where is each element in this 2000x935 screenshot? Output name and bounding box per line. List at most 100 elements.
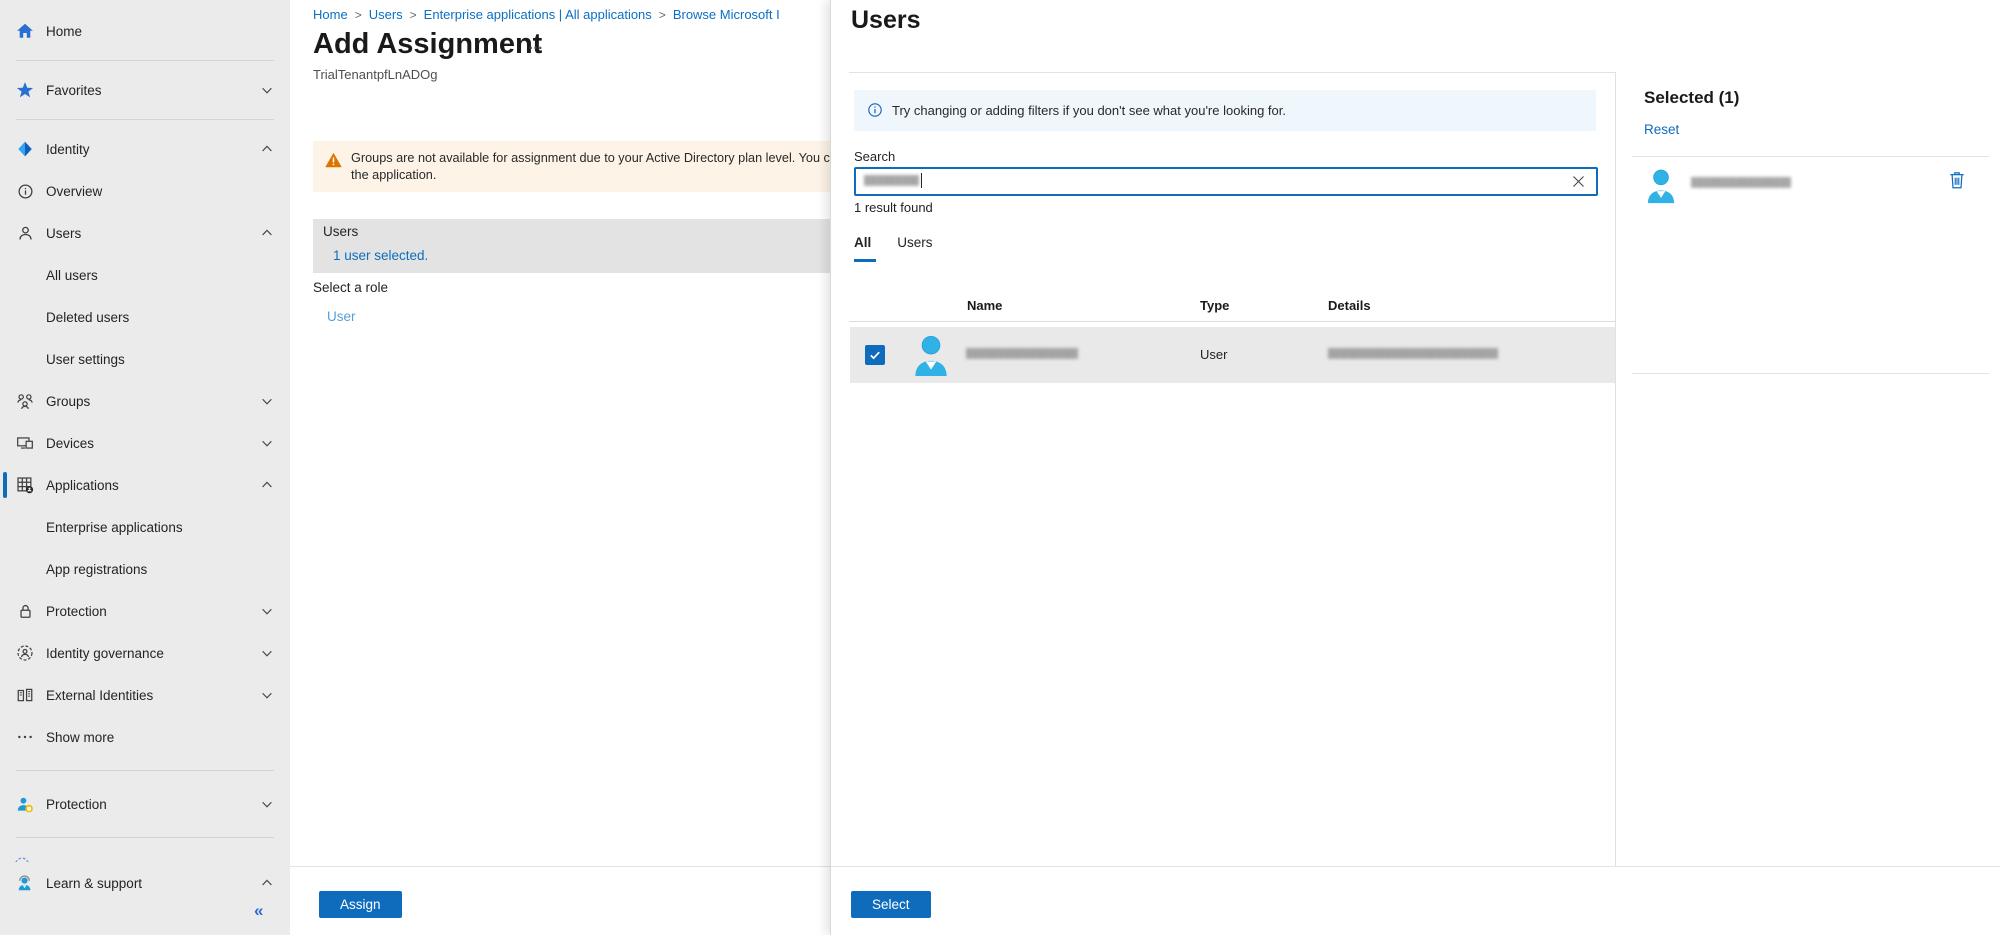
breadcrumb-separator: > [355, 8, 362, 22]
tab-users[interactable]: Users [897, 235, 932, 250]
reset-link[interactable]: Reset [1644, 122, 1679, 137]
info-banner-text: Try changing or adding filters if you do… [892, 103, 1286, 118]
role-value-link[interactable]: User [327, 309, 356, 324]
person-shield-icon [16, 795, 34, 813]
sidebar-divider [16, 119, 274, 120]
ellipsis-icon [16, 728, 34, 746]
sidebar-item-home[interactable]: Home [0, 10, 290, 52]
sidebar-item-users[interactable]: Users [0, 212, 290, 254]
sidebar-item-groups[interactable]: Groups [0, 380, 290, 422]
breadcrumb-link-enterprise-applications-all-applications[interactable]: Enterprise applications | All applicatio… [424, 7, 652, 22]
chevron-down-icon[interactable] [260, 688, 274, 702]
sidebar-item-protection[interactable]: Protection [0, 783, 290, 825]
search-input[interactable]: ██████████████████████████████ [854, 167, 1598, 196]
row-checkbox[interactable] [865, 345, 885, 365]
table-header-divider [849, 321, 1615, 322]
breadcrumb-link-users[interactable]: Users [369, 7, 403, 22]
sidebar-item-show-more[interactable]: Show more [0, 716, 290, 758]
panel-header-divider [849, 72, 1615, 73]
chevron-down-icon[interactable] [260, 394, 274, 408]
sidebar-item-label: App registrations [46, 562, 147, 577]
sidebar: Home Favorites Identity Overview Users All us… [0, 0, 290, 935]
chevron-up-icon[interactable] [260, 478, 274, 492]
sidebar-item-label: Groups [46, 394, 90, 409]
page-title: Add Assignment [313, 28, 542, 61]
main-footer-divider [290, 866, 830, 867]
people-icon [16, 392, 34, 410]
sidebar-item-label: Favorites [46, 83, 102, 98]
sidebar-item-label: Learn & support [46, 876, 142, 891]
user-avatar [913, 334, 949, 377]
selected-item-divider [1632, 373, 1989, 374]
active-item-indicator [3, 472, 7, 498]
tab-bar: All Users [854, 234, 959, 252]
breadcrumb-link-browse-microsoft-i[interactable]: Browse Microsoft I [673, 7, 780, 22]
breadcrumb-separator: > [659, 8, 666, 22]
sidebar-item-identity[interactable]: Identity [0, 128, 290, 170]
chevron-up-icon[interactable] [260, 876, 274, 890]
breadcrumb-separator: > [410, 8, 417, 22]
sidebar-collapse-button[interactable]: « [254, 901, 263, 921]
sidebar-item-protection[interactable]: Protection [0, 590, 290, 632]
star-icon [16, 81, 34, 99]
sidebar-item-learn-support[interactable]: Learn & support [0, 862, 290, 904]
user-result-row[interactable]: ██████████████████████████████User██████… [850, 327, 1615, 383]
sidebar-item-label: Users [46, 226, 81, 241]
search-value-redacted: ██████████████████████████████ [864, 175, 919, 186]
sidebar-item-user-settings[interactable]: User settings [0, 338, 290, 380]
selected-count-title: Selected (1) [1644, 88, 1739, 108]
sidebar-item-enterprise-applications[interactable]: Enterprise applications [0, 506, 290, 548]
trash-icon[interactable] [1948, 170, 1966, 190]
warning-icon [325, 152, 342, 173]
sidebar-item-label: User settings [46, 352, 125, 367]
chevron-down-icon[interactable] [260, 604, 274, 618]
sidebar-item-label: Overview [46, 184, 102, 199]
info-icon [867, 102, 883, 123]
chevron-down-icon[interactable] [260, 646, 274, 660]
identity-governance-icon [16, 644, 34, 662]
assign-button[interactable]: Assign [319, 891, 402, 918]
select-button[interactable]: Select [851, 891, 931, 918]
identity-diamond-icon [16, 140, 34, 158]
active-tab-underline [854, 259, 876, 262]
sidebar-item-all-users[interactable]: All users [0, 254, 290, 296]
selected-sidebar: Selected (1) Reset █████████████████████… [1616, 0, 2000, 866]
sidebar-divider [16, 60, 274, 61]
partially-scrolled-icon [13, 850, 290, 862]
sidebar-item-applications[interactable]: Applications [0, 464, 290, 506]
chevron-down-icon[interactable] [260, 436, 274, 450]
sidebar-item-devices[interactable]: Devices [0, 422, 290, 464]
devices-icon [16, 434, 34, 452]
tab-all[interactable]: All [854, 235, 871, 250]
sidebar-item-label: Devices [46, 436, 94, 451]
chevron-up-icon[interactable] [260, 142, 274, 156]
sidebar-item-deleted-users[interactable]: Deleted users [0, 296, 290, 338]
sidebar-item-label: Protection [46, 797, 107, 812]
users-selected-link[interactable]: 1 user selected. [333, 248, 428, 263]
search-value: ██████████████████████████████ [864, 173, 922, 188]
clear-search-icon[interactable] [1570, 173, 1587, 190]
external-identities-icon [16, 686, 34, 704]
breadcrumb: Home > Users > Enterprise applications | All… [313, 7, 780, 22]
panel-footer-divider [831, 866, 2000, 867]
sidebar-item-label: Protection [46, 604, 107, 619]
app-grid-icon [16, 476, 34, 494]
sidebar-item-external-identities[interactable]: External Identities [0, 674, 290, 716]
sidebar-item-label: Home [46, 24, 82, 39]
title-overflow-menu[interactable]: … [528, 36, 545, 53]
row-type: User [1200, 347, 1227, 362]
sidebar-item-identity-governance[interactable]: Identity governance [0, 632, 290, 674]
chevron-down-icon[interactable] [260, 83, 274, 97]
select-role-label: Select a role [313, 280, 388, 295]
breadcrumb-link-home[interactable]: Home [313, 7, 348, 22]
home-icon [16, 22, 34, 40]
lock-icon [16, 602, 34, 620]
chevron-down-icon[interactable] [260, 797, 274, 811]
users-panel: Users Try changing or adding filters if … [830, 0, 2000, 935]
selected-user-avatar [1646, 168, 1676, 204]
chevron-up-icon[interactable] [260, 226, 274, 240]
sidebar-item-app-registrations[interactable]: App registrations [0, 548, 290, 590]
sidebar-item-favorites[interactable]: Favorites [0, 69, 290, 111]
sidebar-item-overview[interactable]: Overview [0, 170, 290, 212]
info-banner: Try changing or adding filters if you do… [854, 90, 1596, 131]
